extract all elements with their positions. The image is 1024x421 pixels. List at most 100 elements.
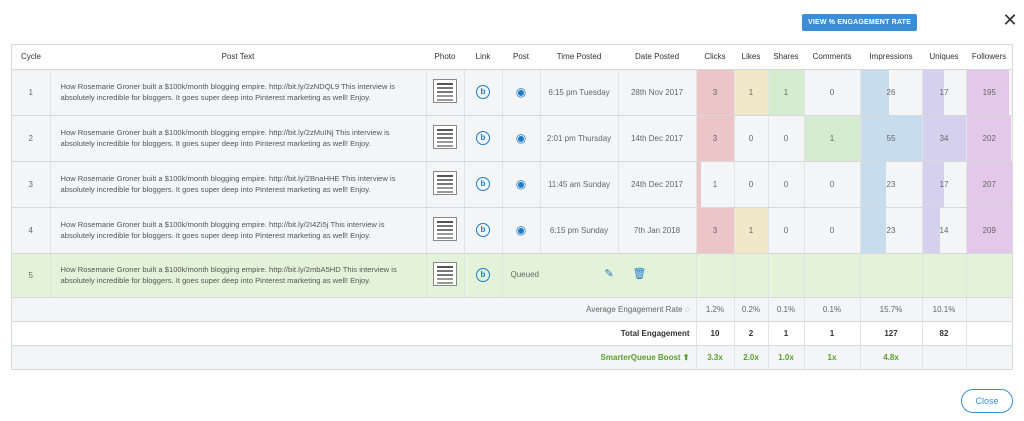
- metric-cell: [921, 253, 966, 298]
- impressions-value: 23: [886, 225, 896, 235]
- comments-value: 0: [829, 179, 835, 189]
- bitly-link-icon[interactable]: b: [476, 85, 490, 99]
- impressions-value: 26: [886, 87, 896, 97]
- link-cell: b: [463, 253, 502, 298]
- header-post: Post: [502, 45, 540, 70]
- metric-cell: [859, 253, 922, 298]
- eye-icon[interactable]: ◉: [516, 131, 526, 145]
- bitly-link-icon[interactable]: b: [476, 268, 490, 282]
- boost-shares: 1.0x: [767, 345, 804, 370]
- date-posted-cell: 24th Dec 2017: [617, 161, 696, 208]
- eye-icon[interactable]: ◉: [516, 223, 526, 237]
- impressions-cell: 23: [859, 161, 922, 208]
- cycle-cell: 4: [12, 207, 50, 254]
- time-posted-cell: 6:15 pm Tuesday: [539, 69, 618, 116]
- post-photo-thumbnail[interactable]: [433, 262, 457, 286]
- boost-likes: 2.0x: [733, 345, 768, 370]
- shares-cell: 1: [767, 69, 804, 116]
- cycle-cell: 5: [12, 253, 50, 298]
- bitly-link-icon[interactable]: b: [476, 223, 490, 237]
- impressions-fill: [860, 207, 887, 253]
- trash-icon[interactable]: 🗑: [633, 267, 647, 280]
- avg-impressions: 15.7%: [859, 297, 922, 322]
- post-photo-thumbnail[interactable]: [433, 171, 457, 195]
- close-icon[interactable]: ✕: [1000, 10, 1020, 30]
- comments-cell: 0: [803, 69, 860, 116]
- impressions-fill: [860, 69, 890, 115]
- shares-value: 1: [783, 87, 789, 97]
- post-row: 2 How Rosemarie Groner built a $100k/mont…: [12, 115, 1012, 162]
- comments-cell: 1: [803, 115, 860, 162]
- link-cell: b: [463, 69, 502, 116]
- uniques-value: 17: [939, 179, 949, 189]
- likes-cell: 0: [733, 161, 768, 208]
- eye-icon[interactable]: ◉: [516, 177, 526, 191]
- impressions-cell: 55: [859, 115, 922, 162]
- date-posted-cell: 7th Jan 2018: [617, 207, 696, 254]
- avg-comments: 0.1%: [803, 297, 860, 322]
- clicks-value: 3: [712, 225, 718, 235]
- pencil-icon[interactable]: ✎: [605, 267, 614, 280]
- post-cell: ◉: [501, 207, 540, 254]
- avg-uniques: 10.1%: [921, 297, 966, 322]
- eye-icon: ◌: [684, 304, 690, 314]
- bitly-link-icon[interactable]: b: [476, 177, 490, 191]
- eye-icon[interactable]: ◉: [516, 85, 526, 99]
- comments-cell: 0: [803, 161, 860, 208]
- post-text-cell: How Rosemarie Groner built a $100k/month…: [49, 207, 426, 254]
- header-date-posted: Date Posted: [618, 45, 696, 70]
- avg-followers: [965, 297, 1012, 322]
- total-impressions: 127: [859, 321, 922, 346]
- clicks-value: 3: [712, 133, 718, 143]
- view-engagement-rate-button[interactable]: VIEW % ENGAGEMENT RATE: [802, 14, 917, 31]
- post-text-cell: How Rosemarie Groner built a $100k/month…: [49, 253, 426, 298]
- bitly-link-icon[interactable]: b: [476, 131, 490, 145]
- post-text-cell: How Rosemarie Groner built a $100k/month…: [49, 115, 426, 162]
- post-photo-thumbnail[interactable]: [433, 125, 457, 149]
- likes-cell: 1: [733, 207, 768, 254]
- post-photo-thumbnail[interactable]: [433, 217, 457, 241]
- uniques-cell: 14: [921, 207, 966, 254]
- shares-value: 0: [783, 225, 789, 235]
- smarterqueue-boost-row: SmarterQueue Boost ⬆ 3.3x 2.0x 1.0x 1x 4…: [12, 345, 1012, 370]
- close-button[interactable]: Close: [961, 389, 1013, 413]
- post-text-cell: How Rosemarie Groner built a $100k/month…: [49, 69, 426, 116]
- queued-row: 5 How Rosemarie Groner built a $100k/mon…: [12, 253, 1012, 298]
- avg-shares: 0.1%: [767, 297, 804, 322]
- header-photo: Photo: [426, 45, 464, 70]
- total-clicks: 10: [695, 321, 734, 346]
- avg-likes: 0.2%: [733, 297, 768, 322]
- clicks-value: 3: [712, 87, 718, 97]
- followers-cell: 202: [965, 115, 1012, 162]
- boost-uniques: [921, 345, 966, 370]
- followers-cell: 207: [965, 161, 1012, 208]
- boost-label: SmarterQueue Boost ⬆: [12, 345, 696, 370]
- impressions-fill: [860, 161, 887, 207]
- likes-value: 1: [748, 225, 754, 235]
- likes-value: 0: [748, 179, 754, 189]
- time-posted-cell: 6:15 pm Sunday: [539, 207, 618, 254]
- followers-value: 207: [982, 179, 996, 189]
- cycle-cell: 1: [12, 69, 50, 116]
- photo-cell: [425, 161, 464, 208]
- post-photo-thumbnail[interactable]: [433, 79, 457, 103]
- post-text-cell: How Rosemarie Groner built a $100k/month…: [49, 161, 426, 208]
- header-link: Link: [464, 45, 502, 70]
- photo-cell: [425, 253, 464, 298]
- metric-cell: [965, 253, 1012, 298]
- total-uniques: 82: [921, 321, 966, 346]
- header-shares: Shares: [768, 45, 804, 70]
- total-comments: 1: [803, 321, 860, 346]
- uniques-value: 34: [939, 133, 949, 143]
- comments-value: 0: [829, 225, 835, 235]
- followers-value: 209: [982, 225, 996, 235]
- post-cell: ◉: [501, 69, 540, 116]
- shares-cell: 0: [767, 115, 804, 162]
- post-cell: ◉: [501, 161, 540, 208]
- total-engagement-label: Total Engagement: [12, 321, 696, 346]
- clicks-cell: 1: [695, 161, 734, 208]
- time-posted-cell: 11:45 am Sunday: [539, 161, 618, 208]
- likes-value: 0: [748, 133, 754, 143]
- impressions-value: 55: [886, 133, 896, 143]
- uniques-fill: [922, 207, 941, 253]
